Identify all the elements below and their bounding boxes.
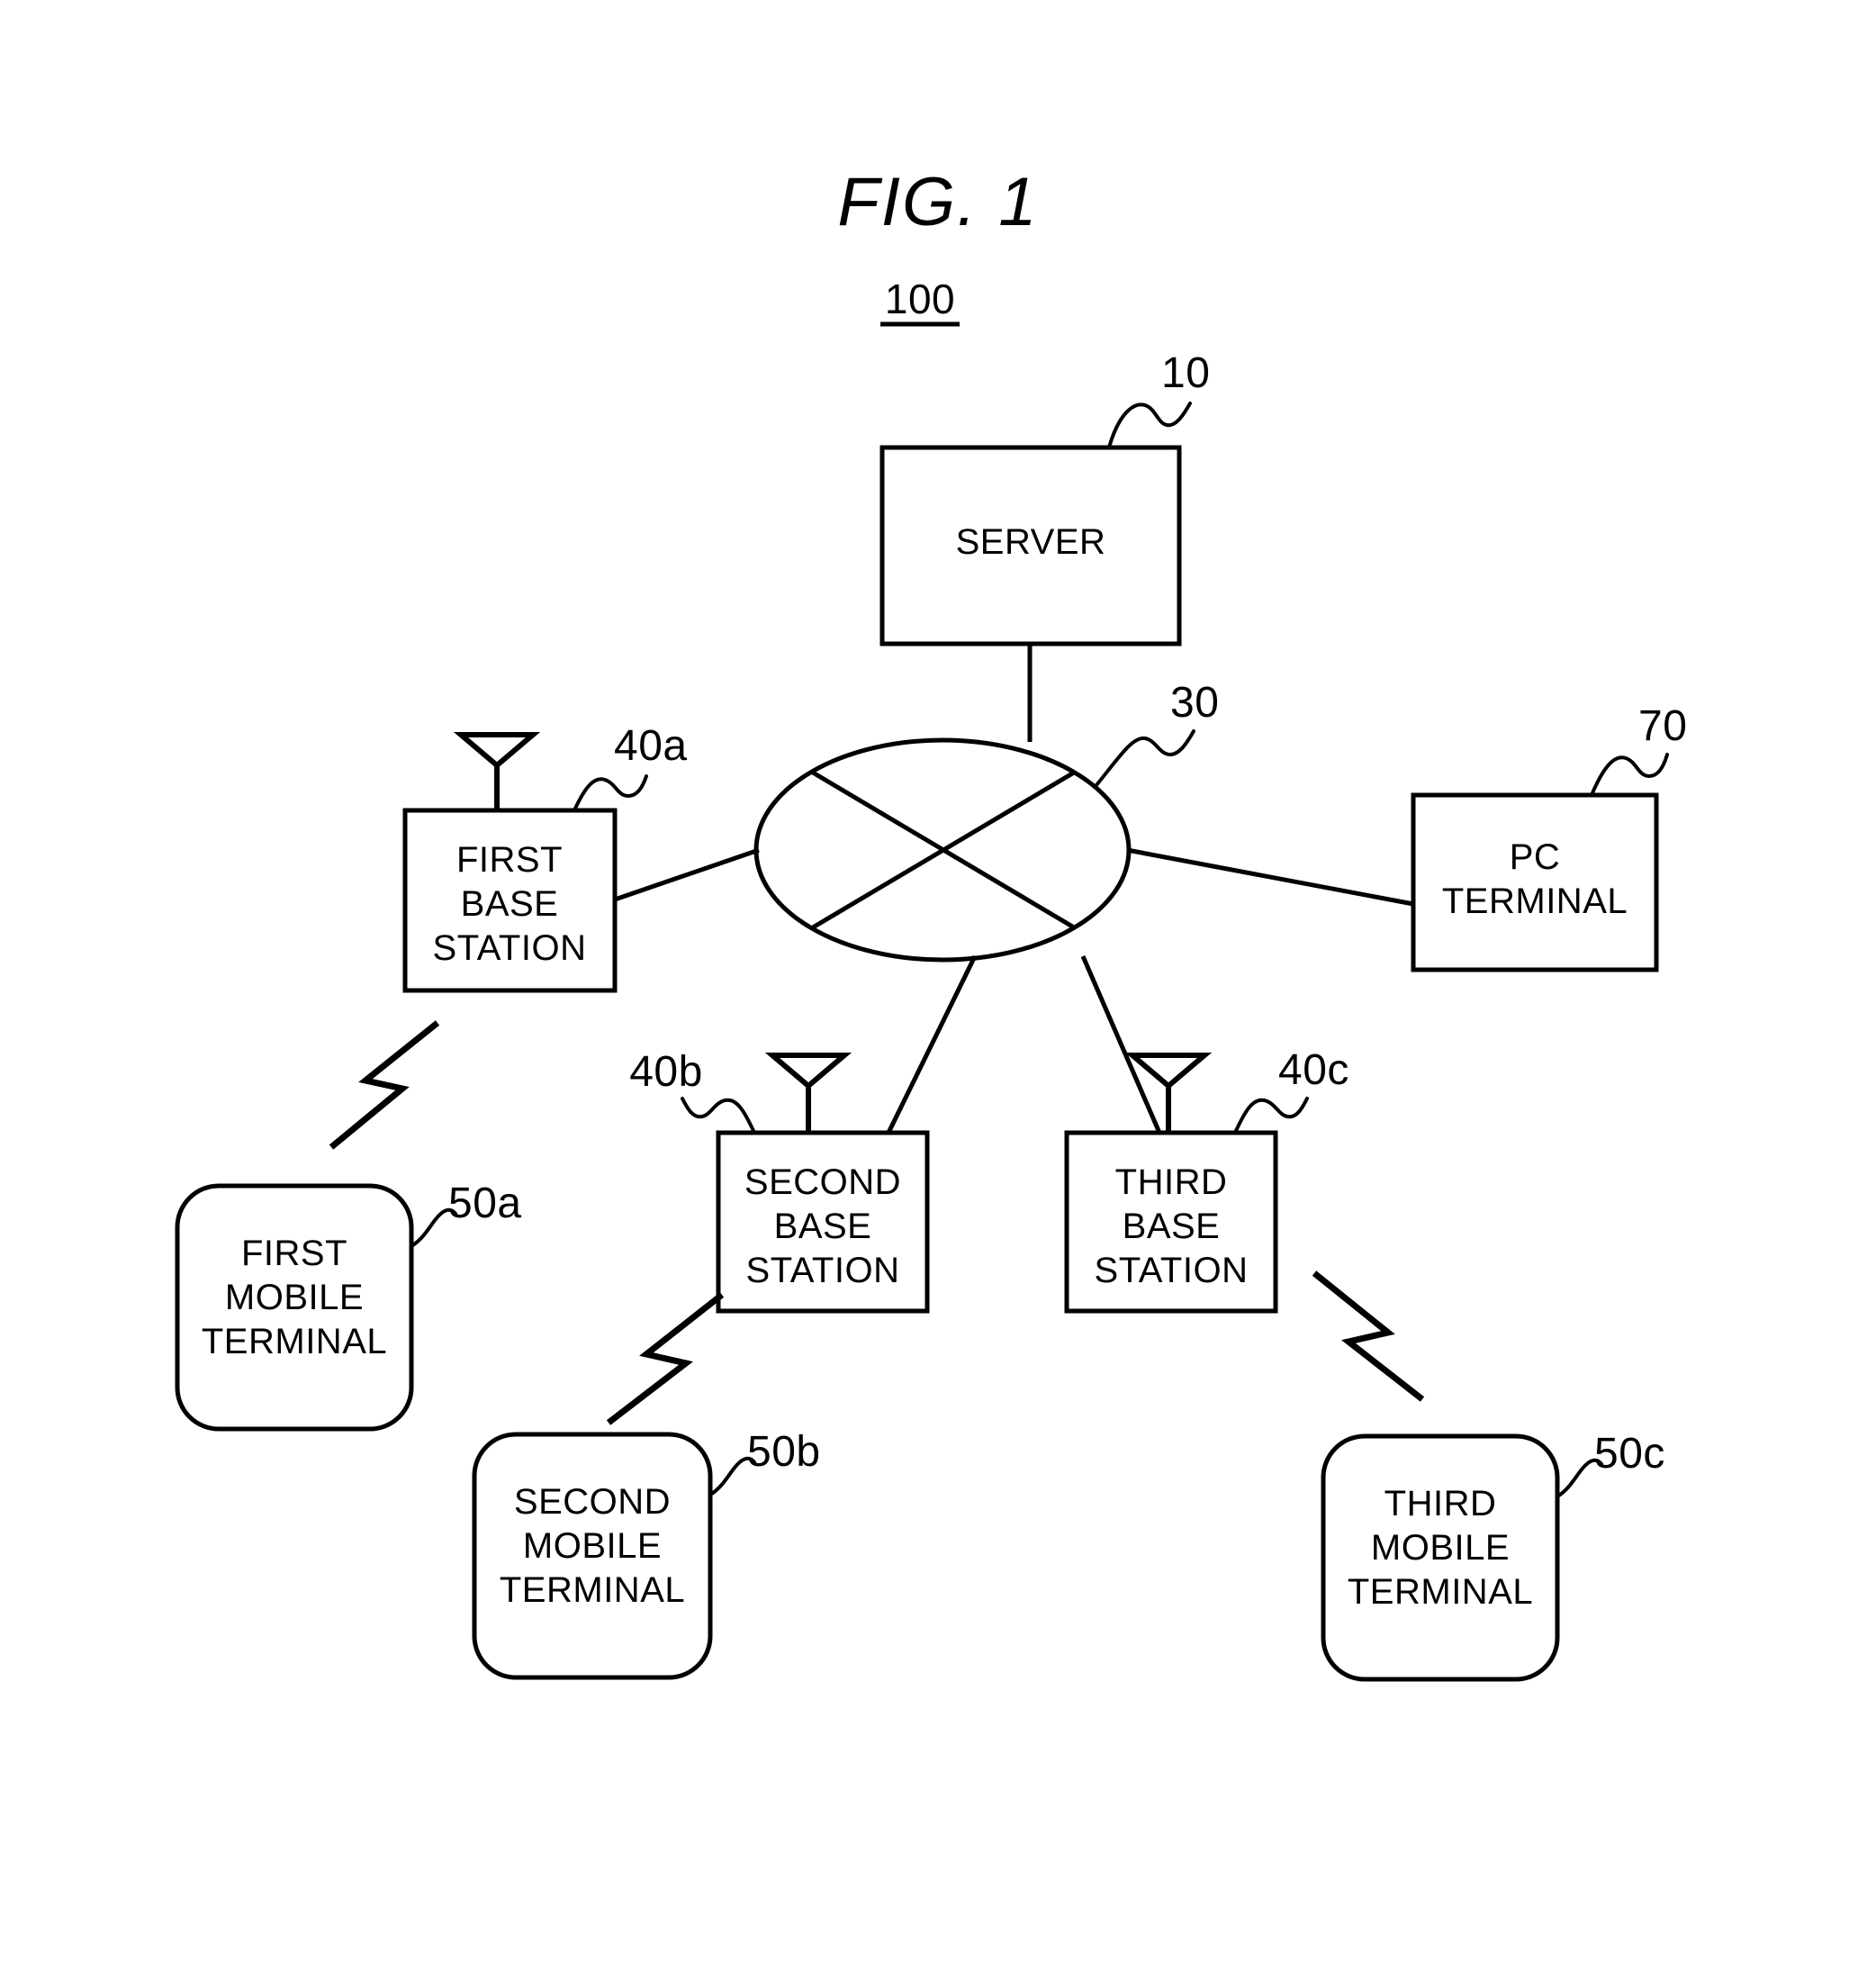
third-mobile-terminal-label-line-3: TERMINAL — [1348, 1572, 1533, 1612]
first-base-station-label-line-3: STATION — [433, 928, 587, 968]
second-base-station-label-line-1: SECOND — [744, 1162, 901, 1202]
antenna-icon-second-base-station — [764, 1053, 852, 1089]
third-base-station-label-line-1: THIRD — [1115, 1162, 1228, 1202]
figure-title: FIG. 1 — [837, 164, 1038, 240]
link-network-to-second-base-station — [886, 954, 978, 1135]
second-mobile-terminal-label-line-1: SECOND — [514, 1482, 671, 1522]
second-base-station-label-line-3: STATION — [746, 1251, 900, 1290]
first-mobile-terminal-reference-number: 50a — [448, 1180, 522, 1227]
antenna-icon-third-base-station — [1124, 1053, 1213, 1089]
wireless-link-icon-third — [1312, 1270, 1425, 1402]
first-mobile-terminal-label-line-2: MOBILE — [225, 1278, 364, 1317]
link-network-to-first-base-station — [614, 847, 760, 902]
third-mobile-terminal-reference-number: 50c — [1594, 1430, 1665, 1478]
system-reference-number: 100 — [885, 276, 955, 322]
link-network-to-third-base-station — [1080, 955, 1162, 1134]
leader-line-server — [1107, 402, 1192, 449]
leader-line-pc-terminal — [1590, 753, 1669, 797]
second-mobile-terminal-label-line-3: TERMINAL — [500, 1570, 685, 1610]
third-mobile-terminal-label-line-2: MOBILE — [1371, 1528, 1510, 1568]
third-base-station-label-line-2: BASE — [1123, 1207, 1221, 1246]
leader-line-network — [1095, 729, 1195, 787]
antenna-icon-first-base-station — [453, 732, 541, 769]
first-base-station-label-line-1: FIRST — [456, 840, 563, 880]
first-mobile-terminal-label-line-3: TERMINAL — [202, 1322, 387, 1361]
link-network-to-pc-terminal — [1126, 847, 1414, 907]
first-mobile-terminal-label-line-1: FIRST — [241, 1234, 347, 1273]
second-mobile-terminal-label-line-2: MOBILE — [523, 1526, 662, 1566]
leader-line-second-base-station — [681, 1097, 756, 1135]
wireless-link-icon-first — [329, 1020, 440, 1150]
server-reference-number: 10 — [1161, 349, 1210, 397]
leader-line-first-base-station — [573, 774, 648, 812]
wireless-link-icon-second — [606, 1292, 725, 1425]
second-base-station-reference-number: 40b — [629, 1048, 703, 1096]
first-base-station-reference-number: 40a — [614, 722, 688, 770]
second-mobile-terminal-reference-number: 50b — [747, 1428, 821, 1476]
server-label: SERVER — [956, 522, 1106, 562]
pc-terminal-reference-number: 70 — [1638, 702, 1687, 750]
figure-canvas: FIG. 1 100 SERVER 10 30 PC TERMINAL 70 F… — [175, 164, 1687, 1682]
third-base-station-label-line-3: STATION — [1095, 1251, 1249, 1290]
patent-figure: FIG. 1 100 SERVER 10 30 PC TERMINAL 70 F… — [0, 0, 1876, 1971]
first-base-station-label-line-2: BASE — [461, 884, 559, 924]
network-reference-number: 30 — [1170, 679, 1219, 727]
second-base-station-label-line-2: BASE — [774, 1207, 872, 1246]
pc-terminal-label-line-1: PC — [1510, 837, 1561, 877]
third-base-station-reference-number: 40c — [1278, 1046, 1349, 1094]
leader-line-third-base-station — [1233, 1097, 1309, 1135]
third-mobile-terminal-label-line-1: THIRD — [1384, 1484, 1497, 1523]
pc-terminal-label-line-2: TERMINAL — [1442, 882, 1628, 921]
